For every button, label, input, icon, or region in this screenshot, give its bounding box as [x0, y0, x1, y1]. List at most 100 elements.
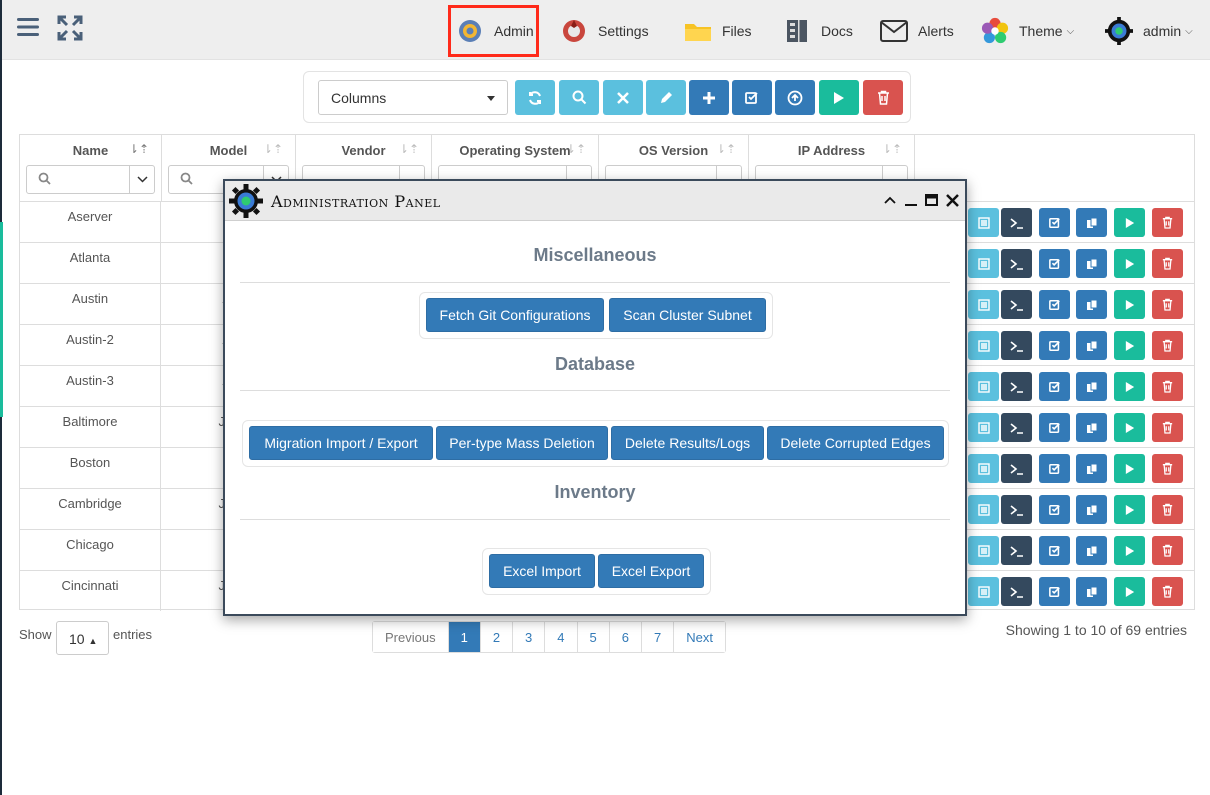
- row-delete-button[interactable]: [1152, 495, 1183, 524]
- terminal-button[interactable]: [1001, 208, 1032, 237]
- details-button[interactable]: [968, 249, 999, 278]
- nav-alerts[interactable]: Alerts: [880, 14, 954, 48]
- duplicate-button[interactable]: [1076, 290, 1107, 319]
- row-delete-button[interactable]: [1152, 413, 1183, 442]
- duplicate-button[interactable]: [1076, 495, 1107, 524]
- terminal-button[interactable]: [1001, 454, 1032, 483]
- terminal-button[interactable]: [1001, 577, 1032, 606]
- row-run-button[interactable]: [1114, 413, 1145, 442]
- pagination-page-2[interactable]: 2: [480, 622, 514, 652]
- panel-header[interactable]: Administration Panel: [225, 181, 965, 221]
- row-edit-button[interactable]: [1039, 290, 1070, 319]
- row-edit-button[interactable]: [1039, 331, 1070, 360]
- details-button[interactable]: [968, 208, 999, 237]
- excel-import-button[interactable]: Excel Import: [489, 554, 595, 588]
- duplicate-button[interactable]: [1076, 454, 1107, 483]
- run-button[interactable]: [819, 80, 859, 115]
- row-edit-button[interactable]: [1039, 372, 1070, 401]
- nav-docs[interactable]: Docs: [783, 14, 853, 48]
- row-delete-button[interactable]: [1152, 208, 1183, 237]
- refresh-button[interactable]: [515, 80, 555, 115]
- row-edit-button[interactable]: [1039, 536, 1070, 565]
- row-edit-button[interactable]: [1039, 495, 1070, 524]
- maximize-button[interactable]: [921, 190, 941, 210]
- row-run-button[interactable]: [1114, 372, 1145, 401]
- terminal-button[interactable]: [1001, 536, 1032, 565]
- row-delete-button[interactable]: [1152, 331, 1183, 360]
- row-edit-button[interactable]: [1039, 577, 1070, 606]
- terminal-button[interactable]: [1001, 331, 1032, 360]
- pagination-next[interactable]: Next: [674, 622, 725, 652]
- row-delete-button[interactable]: [1152, 577, 1183, 606]
- details-button[interactable]: [968, 372, 999, 401]
- excel-export-button[interactable]: Excel Export: [598, 554, 704, 588]
- terminal-button[interactable]: [1001, 413, 1032, 442]
- search-button[interactable]: [559, 80, 599, 115]
- row-edit-button[interactable]: [1039, 454, 1070, 483]
- row-delete-button[interactable]: [1152, 454, 1183, 483]
- row-edit-button[interactable]: [1039, 249, 1070, 278]
- pagination-page-1[interactable]: 1: [448, 622, 481, 652]
- per-type-mass-deletion-button[interactable]: Per-type Mass Deletion: [436, 426, 608, 460]
- upload-button[interactable]: [775, 80, 815, 115]
- row-delete-button[interactable]: [1152, 249, 1183, 278]
- column-header-name[interactable]: Name ⇂⇡: [20, 135, 162, 201]
- row-delete-button[interactable]: [1152, 372, 1183, 401]
- row-run-button[interactable]: [1114, 495, 1145, 524]
- nav-files[interactable]: Files: [684, 14, 752, 48]
- row-run-button[interactable]: [1114, 208, 1145, 237]
- fetch-git-configurations-button[interactable]: Fetch Git Configurations: [426, 298, 604, 332]
- row-run-button[interactable]: [1114, 536, 1145, 565]
- row-run-button[interactable]: [1114, 454, 1145, 483]
- menu-icon[interactable]: [15, 14, 45, 44]
- name-filter[interactable]: [26, 165, 155, 194]
- nav-theme[interactable]: Theme ⌵: [981, 14, 1074, 48]
- nav-settings[interactable]: Settings: [560, 14, 649, 48]
- delete-corrupted-edges-button[interactable]: Delete Corrupted Edges: [767, 426, 944, 460]
- details-button[interactable]: [968, 577, 999, 606]
- duplicate-button[interactable]: [1076, 208, 1107, 237]
- collapse-button[interactable]: [880, 190, 900, 210]
- page-length-select[interactable]: 10 ▲: [56, 621, 109, 655]
- row-delete-button[interactable]: [1152, 536, 1183, 565]
- clear-button[interactable]: [603, 80, 643, 115]
- row-run-button[interactable]: [1114, 577, 1145, 606]
- scan-cluster-subnet-button[interactable]: Scan Cluster Subnet: [609, 298, 766, 332]
- close-button[interactable]: [942, 190, 962, 210]
- fullscreen-icon[interactable]: [56, 14, 86, 44]
- duplicate-button[interactable]: [1076, 372, 1107, 401]
- row-run-button[interactable]: [1114, 249, 1145, 278]
- duplicate-button[interactable]: [1076, 249, 1107, 278]
- pagination-previous[interactable]: Previous: [373, 622, 449, 652]
- duplicate-button[interactable]: [1076, 413, 1107, 442]
- duplicate-button[interactable]: [1076, 536, 1107, 565]
- row-edit-button[interactable]: [1039, 208, 1070, 237]
- details-button[interactable]: [968, 495, 999, 524]
- duplicate-button[interactable]: [1076, 331, 1107, 360]
- pagination-page-3[interactable]: 3: [513, 622, 546, 652]
- pagination-page-4[interactable]: 4: [545, 622, 578, 652]
- nav-user-menu[interactable]: admin ⌵: [1105, 14, 1193, 48]
- row-run-button[interactable]: [1114, 331, 1145, 360]
- terminal-button[interactable]: [1001, 249, 1032, 278]
- terminal-button[interactable]: [1001, 290, 1032, 319]
- row-run-button[interactable]: [1114, 290, 1145, 319]
- details-button[interactable]: [968, 290, 999, 319]
- details-button[interactable]: [968, 413, 999, 442]
- terminal-button[interactable]: [1001, 372, 1032, 401]
- bulk-edit-button[interactable]: [732, 80, 772, 115]
- migration-import-export-button[interactable]: Migration Import / Export: [249, 426, 433, 460]
- row-edit-button[interactable]: [1039, 413, 1070, 442]
- pagination-page-6[interactable]: 6: [609, 622, 642, 652]
- columns-select[interactable]: Columns: [318, 80, 508, 115]
- edit-button[interactable]: [646, 80, 686, 115]
- delete-results-logs-button[interactable]: Delete Results/Logs: [611, 426, 764, 460]
- details-button[interactable]: [968, 454, 999, 483]
- terminal-button[interactable]: [1001, 495, 1032, 524]
- details-button[interactable]: [968, 331, 999, 360]
- delete-button[interactable]: [863, 80, 903, 115]
- pagination-page-7[interactable]: 7: [641, 622, 675, 652]
- pagination-page-5[interactable]: 5: [577, 622, 610, 652]
- details-button[interactable]: [968, 536, 999, 565]
- add-button[interactable]: [689, 80, 729, 115]
